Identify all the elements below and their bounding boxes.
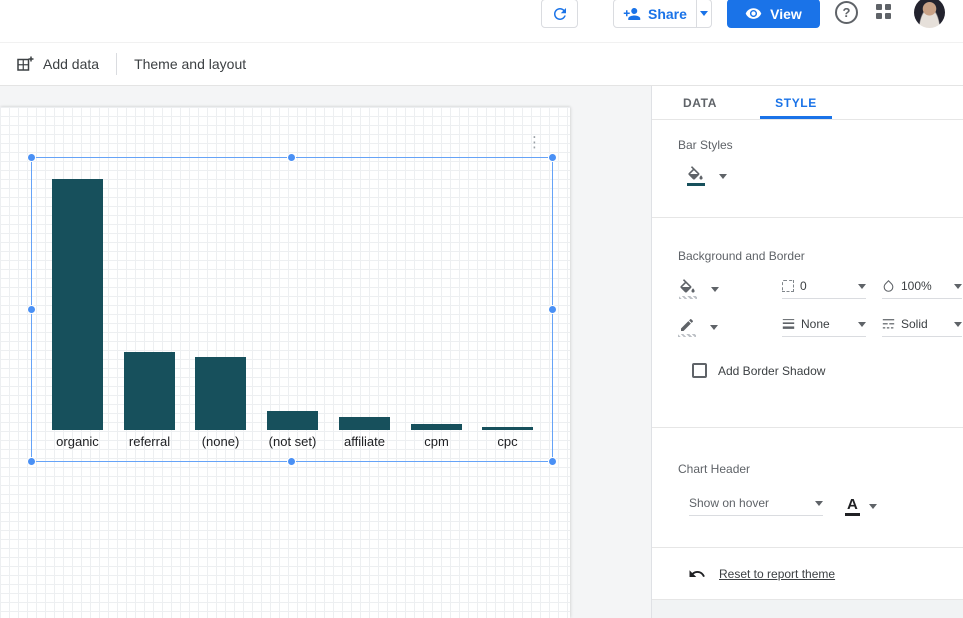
reset-link-label: Reset to report theme bbox=[719, 567, 835, 581]
add-data-icon bbox=[16, 55, 34, 73]
refresh-button[interactable] bbox=[541, 0, 578, 28]
chevron-down-icon bbox=[954, 284, 962, 289]
opacity-droplet-icon bbox=[882, 279, 895, 293]
question-mark-icon: ? bbox=[843, 5, 851, 20]
eye-icon bbox=[745, 5, 762, 22]
tab-data[interactable]: DATA bbox=[652, 86, 748, 119]
resize-handle-ne[interactable] bbox=[549, 154, 556, 161]
view-button[interactable]: View bbox=[727, 0, 820, 28]
resize-handle-n[interactable] bbox=[288, 154, 295, 161]
opacity-value: 100% bbox=[901, 279, 932, 293]
border-color-picker[interactable] bbox=[678, 317, 756, 337]
add-border-shadow-option[interactable]: Add Border Shadow bbox=[652, 363, 963, 378]
chart-more-options-button[interactable]: ⋮ bbox=[523, 133, 546, 152]
workspace: organicreferral(none)(not set)affiliatec… bbox=[0, 86, 963, 618]
resize-handle-nw[interactable] bbox=[28, 154, 35, 161]
bar-color-picker[interactable] bbox=[686, 166, 764, 186]
add-data-label: Add data bbox=[43, 56, 99, 72]
section-chart-header: Chart Header Show on hover A bbox=[652, 428, 963, 548]
chevron-down-icon bbox=[710, 325, 718, 330]
corner-radius-icon bbox=[782, 280, 794, 292]
share-button[interactable]: Share bbox=[613, 0, 712, 28]
background-color-swatch bbox=[679, 296, 697, 299]
background-color-picker[interactable] bbox=[678, 279, 756, 299]
undo-icon bbox=[688, 566, 706, 582]
section-reset: Reset to report theme bbox=[652, 548, 963, 600]
bar-styles-title: Bar Styles bbox=[652, 138, 963, 152]
theme-and-layout-label: Theme and layout bbox=[134, 56, 246, 72]
chevron-down-icon bbox=[815, 501, 823, 506]
border-shadow-checkbox[interactable] bbox=[692, 363, 707, 378]
section-bar-styles: Bar Styles bbox=[652, 120, 963, 218]
panel-footer bbox=[652, 600, 963, 618]
border-style-dropdown[interactable]: Solid bbox=[882, 317, 962, 337]
opacity-dropdown[interactable]: 100% bbox=[882, 279, 962, 299]
chevron-down-icon bbox=[869, 504, 877, 509]
chevron-down-icon bbox=[700, 11, 708, 16]
theme-and-layout-button[interactable]: Theme and layout bbox=[134, 56, 246, 72]
resize-handle-se[interactable] bbox=[549, 458, 556, 465]
pencil-icon bbox=[678, 317, 696, 337]
properties-panel: DATA STYLE Bar Styles Background and bbox=[651, 86, 963, 618]
chart-selection-box[interactable] bbox=[31, 157, 553, 462]
chevron-down-icon bbox=[954, 322, 962, 327]
chart-header-visibility-dropdown[interactable]: Show on hover bbox=[689, 496, 823, 516]
paint-bucket-icon bbox=[678, 279, 697, 299]
chevron-down-icon bbox=[858, 284, 866, 289]
resize-handle-e[interactable] bbox=[549, 306, 556, 313]
border-color-swatch bbox=[678, 334, 696, 337]
refresh-icon bbox=[551, 5, 569, 23]
chart-header-visibility-value: Show on hover bbox=[689, 496, 769, 510]
resize-handle-w[interactable] bbox=[28, 306, 35, 313]
resize-handle-sw[interactable] bbox=[28, 458, 35, 465]
background-border-title: Background and Border bbox=[652, 249, 963, 263]
tab-style[interactable]: STYLE bbox=[748, 86, 844, 119]
border-weight-value: None bbox=[801, 317, 830, 331]
border-shadow-label: Add Border Shadow bbox=[718, 364, 825, 378]
section-background-border: Background and Border 0 bbox=[652, 218, 963, 428]
chart-header-title: Chart Header bbox=[652, 462, 963, 476]
apps-grid-icon bbox=[876, 4, 882, 10]
line-weight-icon bbox=[782, 318, 795, 330]
user-avatar[interactable] bbox=[914, 0, 945, 28]
chevron-down-icon bbox=[858, 322, 866, 327]
bar-color-swatch bbox=[687, 183, 705, 186]
chevron-down-icon bbox=[719, 174, 727, 179]
reset-to-report-theme[interactable]: Reset to report theme bbox=[652, 566, 963, 582]
resize-handle-s[interactable] bbox=[288, 458, 295, 465]
border-weight-dropdown[interactable]: None bbox=[782, 317, 866, 337]
share-button-label: Share bbox=[648, 6, 687, 22]
apps-grid-button[interactable] bbox=[876, 4, 892, 20]
corner-radius-dropdown[interactable]: 0 bbox=[782, 279, 866, 299]
share-dropdown-button[interactable] bbox=[697, 11, 711, 16]
text-color-icon: A bbox=[845, 497, 860, 516]
corner-radius-value: 0 bbox=[800, 279, 807, 293]
panel-tabs: DATA STYLE bbox=[652, 86, 963, 120]
header-text-color-picker[interactable]: A bbox=[845, 497, 877, 516]
line-style-icon bbox=[882, 318, 895, 330]
view-button-label: View bbox=[770, 6, 802, 22]
person-add-icon bbox=[623, 5, 641, 23]
border-style-value: Solid bbox=[901, 317, 928, 331]
chevron-down-icon bbox=[711, 287, 719, 292]
add-data-button[interactable]: Add data bbox=[16, 55, 99, 73]
edit-toolbar: Add data Theme and layout bbox=[0, 42, 963, 86]
toolbar-divider bbox=[116, 53, 117, 75]
report-canvas[interactable]: organicreferral(none)(not set)affiliatec… bbox=[0, 107, 570, 618]
app-header: Share View ? bbox=[0, 0, 963, 42]
paint-bucket-icon bbox=[686, 166, 705, 186]
help-button[interactable]: ? bbox=[835, 1, 858, 24]
